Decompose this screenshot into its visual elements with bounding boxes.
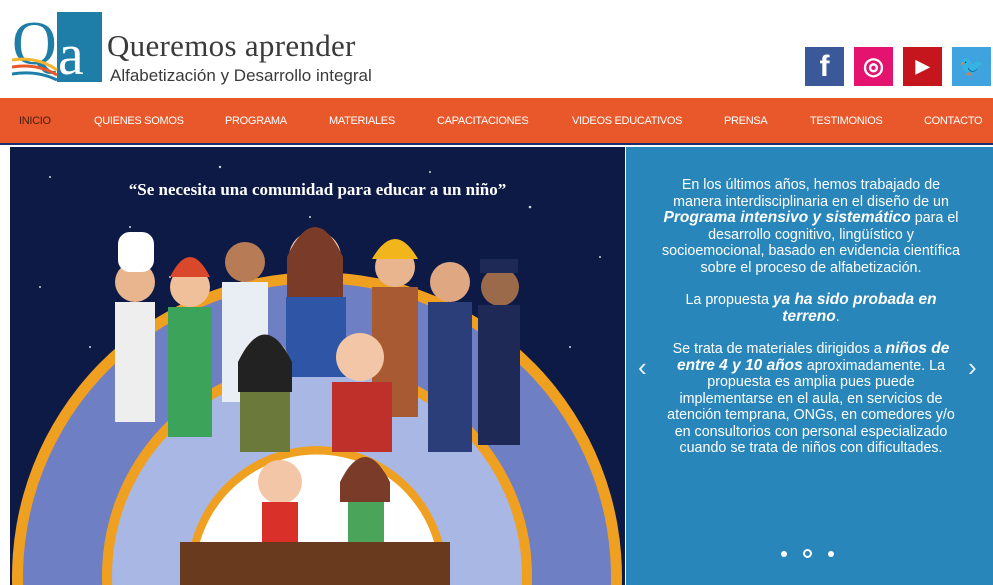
nav-inicio[interactable]: INICIO xyxy=(19,115,51,127)
emphasis: ya ha sido probada en terreno xyxy=(772,291,937,325)
youtube-icon[interactable]: ▶ xyxy=(903,47,942,86)
slide-dot-2-active[interactable] xyxy=(803,549,812,558)
svg-text:a: a xyxy=(58,22,84,82)
main-nav: INICIO QUIENES SOMOS PROGRAMA MATERIALES… xyxy=(0,98,993,145)
nav-videos-educativos[interactable]: VIDEOS EDUCATIVOS xyxy=(572,115,683,127)
slide-dot-3[interactable] xyxy=(828,550,834,557)
nav-capacitaciones[interactable]: CAPACITACIONES xyxy=(437,115,529,127)
text: . xyxy=(835,308,840,325)
chevron-left-icon[interactable]: ‹ xyxy=(638,352,647,383)
nav-contacto[interactable]: CONTACTO xyxy=(924,115,983,127)
slide-indicators xyxy=(781,549,834,558)
text: En los últimos años, hemos trabajado de … xyxy=(673,177,949,210)
facebook-icon[interactable]: f xyxy=(805,47,844,86)
nav-programa[interactable]: PROGRAMA xyxy=(225,115,287,127)
nav-quienes-somos[interactable]: QUIENES SOMOS xyxy=(94,115,184,127)
community-illustration xyxy=(12,165,623,585)
slideshow-panel: En los últimos años, hemos trabajado de … xyxy=(626,147,993,585)
text: Se trata de materiales dirigidos a xyxy=(672,341,886,357)
twitter-icon[interactable]: 🐦 xyxy=(952,47,991,86)
nav-materiales[interactable]: MATERIALES xyxy=(329,115,395,127)
hero-quote: “Se necesita una comunidad para educar a… xyxy=(128,180,507,199)
slide-text: En los últimos años, hemos trabajado de … xyxy=(661,177,961,473)
logo[interactable]: Q a xyxy=(12,12,102,82)
site-subtitle: Alfabetización y Desarrollo integral xyxy=(110,66,372,85)
nav-prensa[interactable]: PRENSA xyxy=(724,115,768,127)
slide-dot-1[interactable] xyxy=(781,550,787,557)
nav-testimonios[interactable]: TESTIMONIOS xyxy=(810,115,883,127)
chevron-right-icon[interactable]: › xyxy=(968,352,977,383)
instagram-icon[interactable]: ◎ xyxy=(854,47,893,86)
site-title: Queremos aprender xyxy=(107,28,356,63)
hero-illustration: “Se necesita una comunidad para educar a… xyxy=(10,147,625,585)
header: Q a Queremos aprender Alfabetización y D… xyxy=(0,0,993,98)
text: La propuesta xyxy=(685,292,773,308)
emphasis: Programa intensivo y sistemático xyxy=(663,209,911,226)
